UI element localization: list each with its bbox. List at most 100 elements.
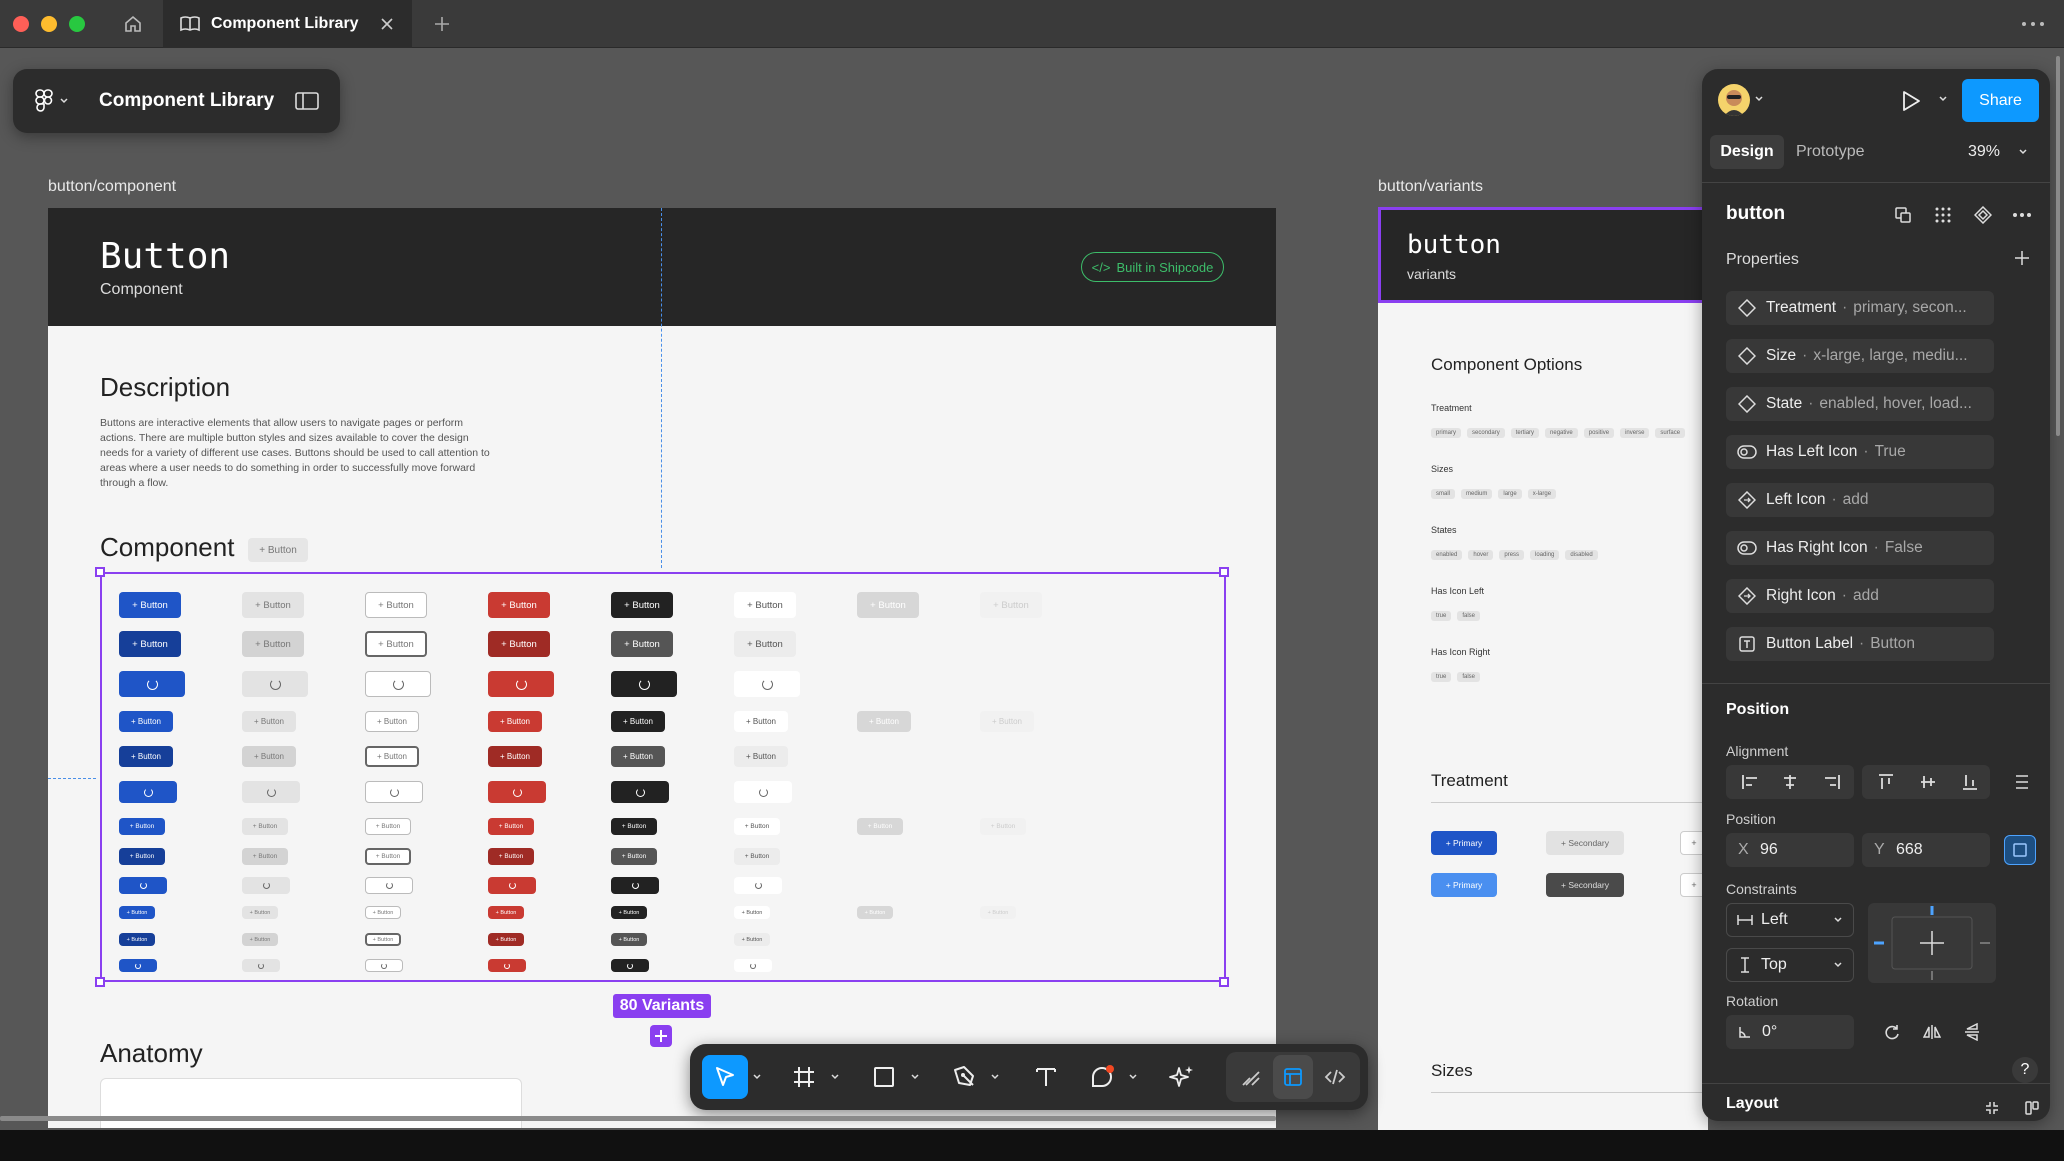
more-options-icon[interactable] [2010,204,2034,226]
horizontal-constraint-select[interactable]: Left [1726,903,1854,937]
dev-mode-button[interactable] [1315,1055,1355,1099]
button-variant[interactable]: + Button [365,711,419,732]
tab-component-library[interactable]: Component Library [163,0,412,48]
home-icon[interactable] [118,10,148,38]
button-variant[interactable]: + Button [734,746,788,767]
button-variant[interactable]: + Button [488,746,542,767]
button-variant[interactable]: + Button [365,933,401,946]
button-variant[interactable]: + Button [611,711,665,732]
button-variant[interactable]: + Button [980,711,1034,732]
pen-tool-button[interactable] [942,1055,986,1099]
ai-tool-button[interactable] [1160,1055,1204,1099]
button-variant[interactable]: + Button [488,592,550,618]
align-vertical-center-icon[interactable] [1908,765,1948,799]
chevron-down-icon[interactable] [826,1055,844,1099]
minimize-window-button[interactable] [41,16,57,32]
close-tab-icon[interactable] [380,17,394,31]
button-variant[interactable] [488,877,536,894]
avatar[interactable] [1718,84,1750,116]
button-variant[interactable]: + Button [734,711,788,732]
file-name[interactable]: Component Library [99,90,274,112]
button-variant[interactable] [734,959,772,972]
add-variant-icon[interactable] [650,1025,672,1047]
play-icon[interactable] [1898,88,1924,114]
zoom-level[interactable]: 39% [1968,135,2000,169]
chevron-down-icon[interactable] [1938,95,1948,103]
button-variant[interactable] [365,877,413,894]
vertical-scrollbar[interactable] [2056,56,2060,436]
button-variant[interactable] [488,781,546,803]
resize-handle[interactable] [1219,567,1229,577]
tab-design[interactable]: Design [1710,135,1784,169]
grid-icon[interactable] [1932,204,1954,226]
align-right-icon[interactable] [1812,765,1852,799]
comment-tool-button[interactable] [1080,1055,1124,1099]
align-left-icon[interactable] [1730,765,1770,799]
variants-badge[interactable]: 80 Variants [613,994,711,1018]
button-variant[interactable] [242,781,300,803]
button-variant[interactable]: + Button [980,592,1042,618]
button-variant[interactable] [734,877,782,894]
button-variant[interactable]: + Button [119,848,165,865]
button-variant[interactable]: + Button [611,746,665,767]
button-variant[interactable]: + Button [365,906,401,919]
flip-horizontal-icon[interactable] [1912,1015,1952,1049]
resize-handle[interactable] [95,977,105,987]
figma-logo-icon[interactable] [35,89,53,113]
button-variant[interactable]: + Button [365,848,411,865]
absolute-position-icon[interactable] [2004,835,2036,865]
frame-label-component[interactable]: button/component [48,178,176,196]
button-variant[interactable] [488,671,554,697]
button-variant[interactable] [365,959,403,972]
button-variant[interactable] [119,877,167,894]
chevron-down-icon[interactable] [906,1055,924,1099]
button-variant[interactable]: + Button [488,906,524,919]
collapse-icon[interactable] [1972,1091,2012,1121]
button-variant[interactable]: + Button [734,906,770,919]
button-variant[interactable] [611,959,649,972]
button-variant[interactable]: + Button [980,818,1026,835]
button-variant[interactable]: + Button [119,818,165,835]
component-icon[interactable] [1972,204,1994,226]
button-variant[interactable] [365,781,423,803]
button-variant[interactable]: + Button [242,746,296,767]
frame-tool-button[interactable] [782,1055,826,1099]
button-variant[interactable]: + Button [365,592,427,618]
property-row[interactable]: Treatment · primary, secon... [1726,291,1994,325]
shape-tool-button[interactable] [862,1055,906,1099]
button-variant[interactable]: + Button [611,818,657,835]
property-row[interactable]: Size · x-large, large, mediu... [1726,339,1994,373]
chevron-down-icon[interactable] [59,97,69,105]
y-position-field[interactable]: Y 668 [1862,833,1990,867]
button-variant[interactable]: + Button [119,906,155,919]
button-variant[interactable]: + Button [119,933,155,946]
button-variant[interactable]: + Button [734,592,796,618]
property-row[interactable]: Has Right Icon · False [1726,531,1994,565]
button-variant[interactable]: + Button [734,631,796,657]
property-row[interactable]: Left Icon · add [1726,483,1994,517]
help-button[interactable]: ? [2012,1057,2038,1083]
button-variant[interactable]: + Button [365,746,419,767]
button-variant[interactable]: + Button [857,906,893,919]
property-row[interactable]: Button Label · Button [1726,627,1994,661]
button-variant[interactable] [119,671,185,697]
rotate-icon[interactable] [1872,1015,1912,1049]
button-variant[interactable]: + Button [488,631,550,657]
button-variant[interactable] [365,671,431,697]
chevron-down-icon[interactable] [1124,1055,1142,1099]
go-to-main-icon[interactable] [1892,204,1914,226]
shipcode-badge[interactable]: </> Built in Shipcode [1081,252,1224,282]
button-variant[interactable]: + Button [734,933,770,946]
horizontal-scrollbar[interactable] [0,1116,1276,1121]
button-variant[interactable]: + Button [611,906,647,919]
more-options-icon[interactable] [2018,12,2048,36]
button-variant[interactable]: + Button [611,631,673,657]
chevron-down-icon[interactable] [986,1055,1004,1099]
chevron-down-icon[interactable] [748,1055,766,1099]
tab-prototype[interactable]: Prototype [1796,135,1864,169]
button-component-set[interactable]: + Button + Button + Button + Button + Button… [100,572,1226,982]
button-variant[interactable] [119,959,157,972]
button-variant[interactable] [488,959,526,972]
draw-mode-button[interactable] [1231,1055,1271,1099]
button-variant[interactable]: + Button [488,848,534,865]
